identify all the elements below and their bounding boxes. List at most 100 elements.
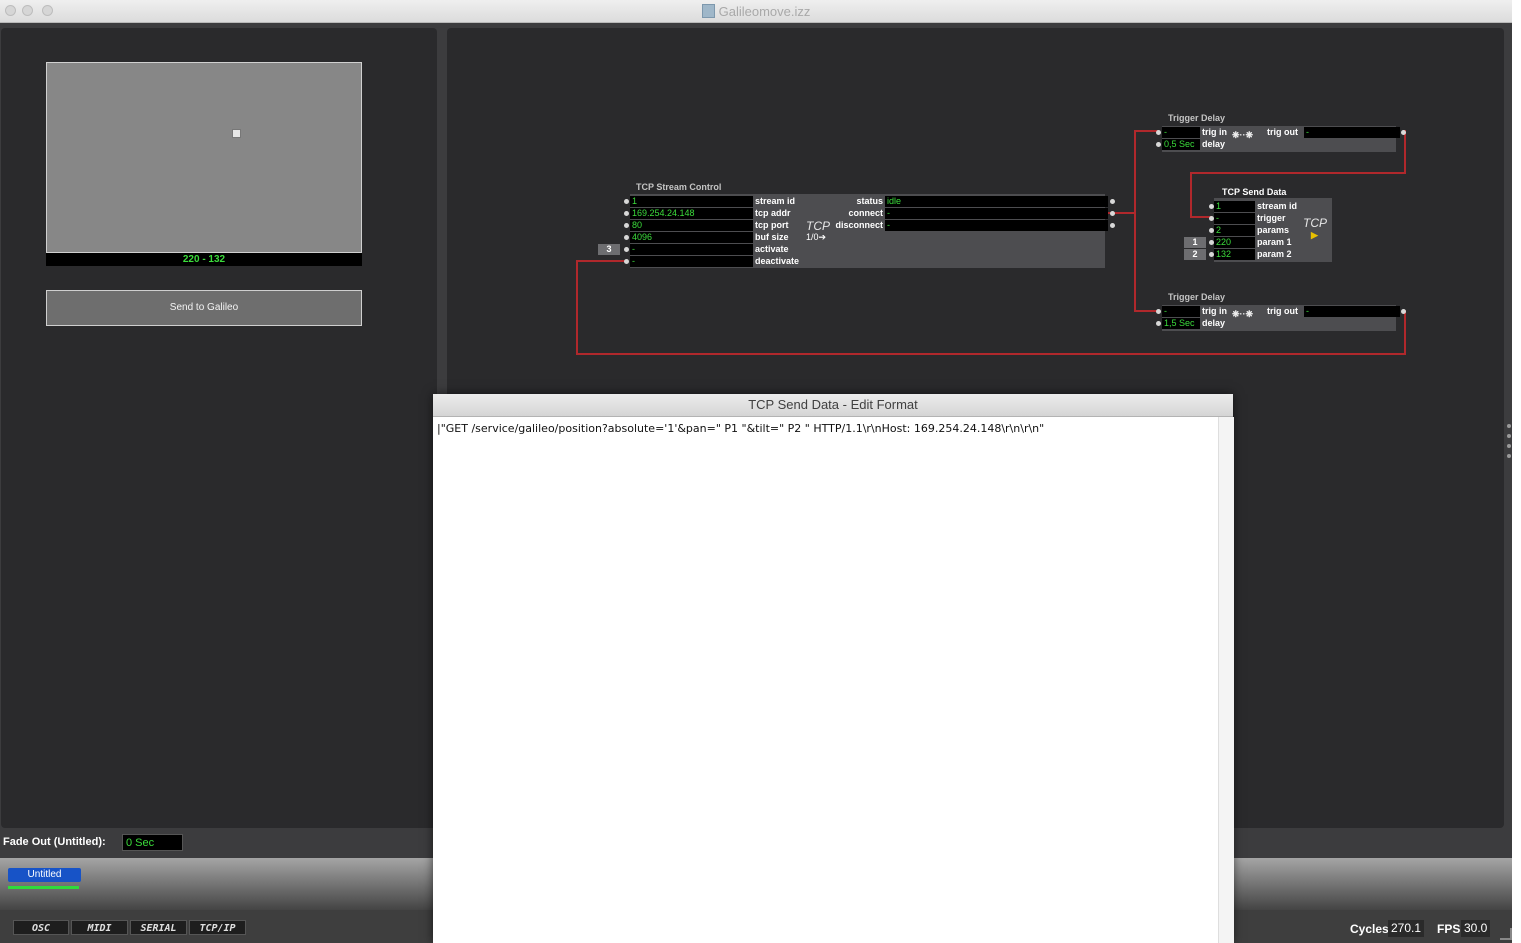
- trigger-delay-2-trig-out-port[interactable]: [1401, 309, 1406, 314]
- send-param-1-label: param 1: [1257, 237, 1292, 247]
- activate-number-box[interactable]: 3: [598, 244, 620, 255]
- send-to-galileo-button[interactable]: Send to Galileo: [46, 290, 362, 326]
- edit-format-dialog-title[interactable]: TCP Send Data - Edit Format: [433, 394, 1233, 417]
- xy-pad[interactable]: [46, 62, 362, 253]
- trigger-delay-1-trig-in-field[interactable]: -: [1162, 127, 1200, 138]
- trigger-delay-1-delay-label: delay: [1202, 139, 1226, 149]
- trigger-delay-2-delay-label: delay: [1202, 318, 1226, 328]
- status-output-field: idle: [885, 196, 1108, 207]
- wire-trig1-out-drop: [1190, 172, 1192, 218]
- trigger-delay-1-title: Trigger Delay: [1168, 113, 1226, 123]
- cycles-label: Cycles: [1350, 922, 1389, 936]
- tcp-port-input-port[interactable]: [624, 223, 629, 228]
- wire-to-trigger-2: [1134, 310, 1158, 312]
- deactivate-input-port[interactable]: [624, 259, 629, 264]
- scene-active-indicator: [8, 886, 79, 889]
- trigger-delay-1-delay-port[interactable]: [1156, 142, 1161, 147]
- wire-trig2-up: [576, 260, 578, 355]
- send-tcp-glyph: TCP: [1303, 216, 1327, 230]
- buf-size-field[interactable]: 4096: [630, 232, 753, 243]
- connect-output-port[interactable]: [1110, 211, 1115, 216]
- wire-trunk: [1134, 130, 1136, 312]
- send-trigger-field[interactable]: -: [1214, 213, 1255, 224]
- stream-id-field[interactable]: 1: [630, 196, 753, 207]
- trigger-delay-2-trig-out-field: -: [1304, 306, 1400, 317]
- send-param-2-field[interactable]: 132: [1214, 249, 1255, 260]
- tcp-port-label: tcp port: [755, 220, 789, 230]
- param-2-number-box[interactable]: 2: [1184, 249, 1206, 260]
- desktop-edge: [1512, 0, 1521, 943]
- tcp-addr-field[interactable]: 169.254.24.148: [630, 208, 753, 219]
- wire-to-deactivate: [576, 260, 626, 262]
- scene-tab-untitled[interactable]: Untitled: [8, 868, 81, 882]
- dialog-scrollbar[interactable]: [1218, 417, 1234, 943]
- stream-id-label: stream id: [755, 196, 796, 206]
- send-params-field[interactable]: 2: [1214, 225, 1255, 236]
- window-title: Galileomove.izz: [0, 4, 1512, 19]
- send-param-2-port[interactable]: [1209, 252, 1214, 257]
- activate-field[interactable]: -: [630, 244, 753, 255]
- trigger-delay-2-delay-port[interactable]: [1156, 321, 1161, 326]
- stream-id-input-port[interactable]: [624, 199, 629, 204]
- tcp-io-indicator: 1/0➔: [806, 232, 827, 242]
- trigger-delay-1-trig-in-label: trig in: [1202, 127, 1227, 137]
- serial-button[interactable]: SERIAL: [130, 920, 187, 935]
- trigger-delay-2-title: Trigger Delay: [1168, 292, 1226, 302]
- send-param-1-port[interactable]: [1209, 240, 1214, 245]
- xy-pad-handle[interactable]: [232, 129, 241, 138]
- document-icon: [701, 4, 715, 18]
- fps-value: 30.0: [1461, 920, 1491, 937]
- send-param-1-field[interactable]: 220: [1214, 237, 1255, 248]
- trigger-delay-1-delay-field[interactable]: 0,5 Sec: [1162, 139, 1200, 150]
- trigger-delay-2-trig-out-label: trig out: [1267, 306, 1298, 316]
- wire-trig2-out-down: [1404, 310, 1406, 355]
- deactivate-label: deactivate: [755, 256, 800, 266]
- send-stream-id-port[interactable]: [1209, 204, 1214, 209]
- activate-label: activate: [755, 244, 789, 254]
- status-output-port[interactable]: [1110, 199, 1115, 204]
- trigger-delay-2-trig-in-port[interactable]: [1156, 309, 1161, 314]
- trigger-delay-1-glyph: ❋··❋: [1232, 130, 1254, 140]
- format-text-area[interactable]: |"GET /service/galileo/position?absolute…: [437, 422, 1044, 435]
- resize-grip-icon[interactable]: [1500, 928, 1512, 940]
- panel-splitter-grip[interactable]: [1507, 424, 1511, 428]
- panel-splitter-grip[interactable]: [1507, 444, 1511, 448]
- xy-readout: 220 - 132: [46, 253, 362, 266]
- tcpip-button[interactable]: TCP/IP: [189, 920, 246, 935]
- tcp-port-field[interactable]: 80: [630, 220, 753, 231]
- edit-format-dialog: TCP Send Data - Edit Format |"GET /servi…: [433, 394, 1234, 943]
- disconnect-output-field: -: [885, 220, 1108, 231]
- trigger-delay-1-trig-in-port[interactable]: [1156, 130, 1161, 135]
- buf-size-input-port[interactable]: [624, 235, 629, 240]
- wire-trig1-out-down: [1404, 130, 1406, 174]
- trigger-delay-2-trig-in-label: trig in: [1202, 306, 1227, 316]
- buf-size-label: buf size: [755, 232, 789, 242]
- disconnect-label: disconnect: [835, 220, 883, 230]
- send-stream-id-field[interactable]: 1: [1214, 201, 1255, 212]
- midi-button[interactable]: MIDI: [71, 920, 128, 935]
- send-params-port[interactable]: [1209, 228, 1214, 233]
- panel-splitter-grip[interactable]: [1507, 434, 1511, 438]
- tcp-send-data-title: TCP Send Data: [1222, 187, 1287, 197]
- tcp-addr-input-port[interactable]: [624, 211, 629, 216]
- send-param-2-label: param 2: [1257, 249, 1292, 259]
- fade-out-field[interactable]: 0 Sec: [122, 834, 183, 851]
- param-1-number-box[interactable]: 1: [1184, 237, 1206, 248]
- osc-button[interactable]: OSC: [13, 920, 69, 935]
- send-trigger-port[interactable]: [1209, 216, 1214, 221]
- disconnect-output-port[interactable]: [1110, 223, 1115, 228]
- trigger-delay-2-trig-in-field[interactable]: -: [1162, 306, 1200, 317]
- trigger-delay-2-delay-field[interactable]: 1,5 Sec: [1162, 318, 1200, 329]
- status-label: status: [856, 196, 883, 206]
- activate-input-port[interactable]: [624, 247, 629, 252]
- tcp-addr-label: tcp addr: [755, 208, 791, 218]
- trigger-delay-1-trig-out-port[interactable]: [1401, 130, 1406, 135]
- deactivate-field[interactable]: -: [630, 256, 753, 267]
- window-title-bar: Galileomove.izz: [0, 0, 1512, 23]
- send-trigger-label: trigger: [1257, 213, 1286, 223]
- format-text[interactable]: "GET /service/galileo/position?absolute=…: [441, 422, 1044, 435]
- trigger-delay-2-glyph: ❋··❋: [1232, 309, 1254, 319]
- tcp-io-text: 1/0: [806, 232, 819, 242]
- send-stream-id-label: stream id: [1257, 201, 1298, 211]
- panel-splitter-grip[interactable]: [1507, 454, 1511, 458]
